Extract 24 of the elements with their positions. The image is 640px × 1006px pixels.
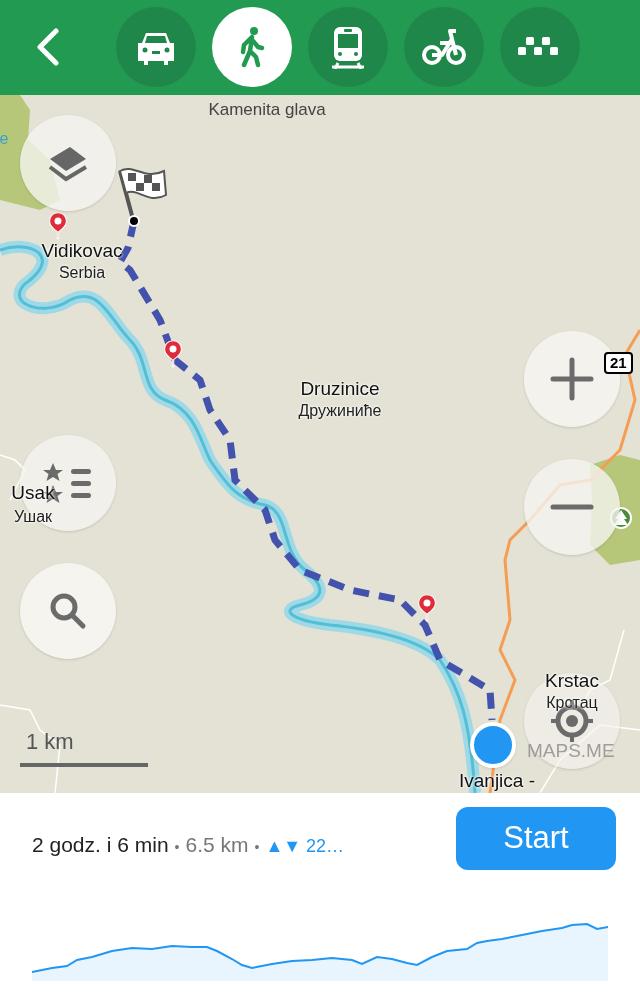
route-time: 2 godz. i 6 min [32, 832, 169, 858]
app-logo: MAPS.ME [527, 739, 615, 763]
map-pin-icon [163, 340, 183, 368]
elevation-summary[interactable]: ▲▼ 22… [265, 833, 345, 860]
place-label: e [0, 131, 9, 147]
place-label: Kamenita glava [208, 101, 326, 118]
place-label: Krstac [545, 671, 599, 690]
place-label: Дружиниће [298, 403, 382, 419]
place-label: Ушак [13, 509, 53, 525]
map-pin-icon [417, 594, 437, 622]
place-label: Vidikovac [41, 241, 123, 260]
start-button[interactable]: Start [456, 807, 616, 870]
scale-label: 1 km [26, 728, 74, 756]
separator-dot: • [254, 838, 260, 857]
place-label: Serbia [58, 265, 106, 281]
place-label: Druzinice [300, 379, 380, 398]
separator-dot: • [174, 838, 180, 857]
plus-icon [550, 357, 594, 401]
search-icon [49, 592, 87, 630]
road-number-sign: 21 [604, 352, 633, 374]
minus-icon [550, 504, 594, 510]
route-distance: 6.5 km [185, 832, 249, 858]
map-pin-icon [48, 212, 68, 240]
place-label: Крстац [546, 695, 598, 711]
